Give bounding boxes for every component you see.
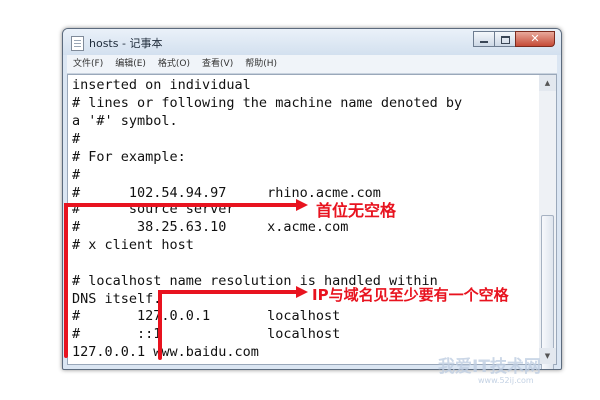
- text-line: # x client host: [72, 237, 194, 253]
- text-line: # For example:: [72, 149, 186, 165]
- text-line: # 127.0.0.1 localhost: [72, 308, 341, 324]
- menu-bar: 文件(F) 编辑(E) 格式(O) 查看(V) 帮助(H): [67, 55, 557, 74]
- annotation-no-leading-space: 首位无空格: [316, 201, 397, 220]
- minimize-button[interactable]: [473, 31, 495, 47]
- maximize-button[interactable]: [494, 31, 516, 47]
- watermark-logo: 我爱IT技术网: [438, 357, 541, 377]
- text-line: DNS itself.: [72, 291, 162, 307]
- window-title: hosts - 记事本: [89, 37, 163, 50]
- annotation-ip-domain-space: IP与域名见至少要有一个空格: [312, 286, 509, 304]
- text-line: # ::1 localhost: [72, 326, 341, 342]
- text-line: inserted on individual: [72, 77, 251, 93]
- scroll-down-icon[interactable]: ▼: [539, 348, 556, 364]
- menu-view[interactable]: 查看(V): [196, 55, 239, 73]
- text-line: # source server: [72, 201, 235, 217]
- text-line: # lines or following the machine name de…: [72, 95, 463, 111]
- menu-help[interactable]: 帮助(H): [239, 55, 283, 73]
- text-editor[interactable]: inserted on individual # lines or follow…: [67, 74, 543, 365]
- vertical-scrollbar[interactable]: ▲ ▼: [539, 74, 557, 369]
- notepad-window: hosts - 记事本 文件(F) 编辑(E) 格式(O) 查看(V) 帮助(H…: [62, 28, 562, 370]
- watermark-url: www.52ij.com: [478, 376, 534, 385]
- scroll-up-icon[interactable]: ▲: [539, 75, 556, 91]
- menu-file[interactable]: 文件(F): [67, 55, 109, 73]
- menu-edit[interactable]: 编辑(E): [109, 55, 152, 73]
- window-controls: [473, 31, 555, 47]
- text-line: #: [72, 131, 81, 147]
- text-line: # 38.25.63.10 x.acme.com: [72, 219, 349, 235]
- close-button[interactable]: [515, 31, 555, 47]
- text-line: a '#' symbol.: [72, 113, 178, 129]
- notepad-icon: [71, 36, 84, 51]
- text-line: #: [72, 167, 81, 183]
- menu-format[interactable]: 格式(O): [152, 55, 196, 73]
- text-line: 127.0.0.1 www.baidu.com: [72, 344, 259, 360]
- scrollbar-thumb[interactable]: [541, 215, 554, 369]
- title-bar[interactable]: hosts - 记事本: [63, 29, 561, 55]
